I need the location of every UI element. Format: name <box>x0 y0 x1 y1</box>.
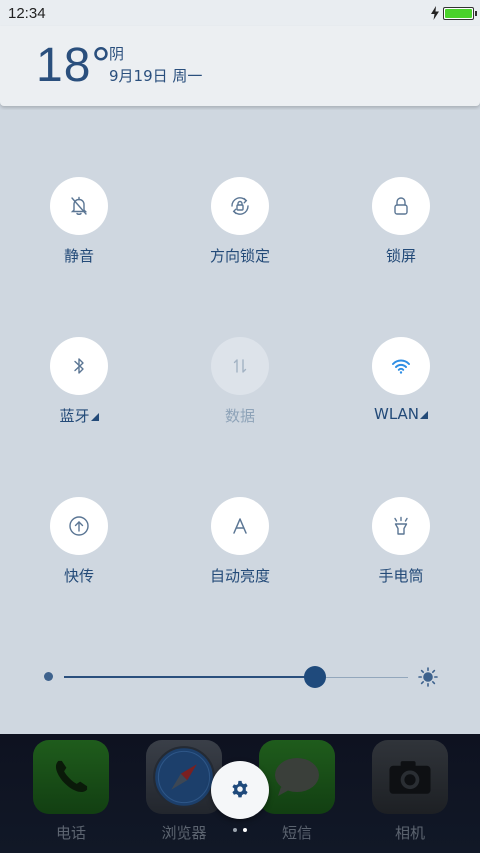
toggle-lock-screen[interactable]: 锁屏 <box>341 177 461 287</box>
brightness-slider-fill <box>64 676 316 678</box>
toggle-label: 方向锁定 <box>209 247 270 265</box>
message-icon <box>275 758 319 796</box>
flashlight-icon <box>394 516 408 535</box>
toggle-flashlight[interactable]: 手电筒 <box>341 497 461 607</box>
expand-triangle-icon[interactable] <box>90 413 99 421</box>
toggle-label: 数据 <box>224 407 255 425</box>
dock-app-messages[interactable]: 短信 <box>259 740 335 850</box>
toggle-label: 锁屏 <box>385 247 416 265</box>
battery-icon <box>443 7 477 20</box>
dock-app-label: 短信 <box>281 824 312 842</box>
toggle-rotation-lock-button[interactable] <box>211 177 269 235</box>
dock-app-camera[interactable]: 相机 <box>372 740 448 850</box>
brightness-slider-thumb[interactable] <box>304 666 327 688</box>
page-indicator-dot-active <box>243 828 247 832</box>
toggle-bluetooth-button[interactable] <box>50 337 108 395</box>
toggle-auto-brightness-button[interactable] <box>211 497 269 555</box>
lock-icon <box>394 197 408 215</box>
bluetooth-icon <box>74 358 84 374</box>
dock-app-icon[interactable] <box>33 740 109 814</box>
dock-app-icon[interactable] <box>372 740 448 814</box>
auto-brightness-icon <box>233 518 247 534</box>
weather-card[interactable]: 18° 阴 9月19日 周一 <box>0 26 480 106</box>
quick-transfer-icon <box>69 516 89 536</box>
toggle-quick-transfer[interactable]: 快传 <box>19 497 139 607</box>
dock-app-phone[interactable]: 电话 <box>33 740 109 850</box>
dock-app-label: 相机 <box>394 824 425 842</box>
toggle-silent[interactable]: 静音 <box>19 177 139 287</box>
toggle-label: 快传 <box>63 567 94 585</box>
toggle-flashlight-button[interactable] <box>372 497 430 555</box>
battery-level <box>445 9 472 18</box>
toggle-label: WLAN <box>341 405 461 423</box>
charging-icon <box>431 6 439 20</box>
toggle-silent-button[interactable] <box>50 177 108 235</box>
brightness-low-icon <box>44 672 53 681</box>
dock-app-icon[interactable] <box>146 740 222 814</box>
toggle-label-text: 蓝牙 <box>59 407 90 425</box>
weather-temperature: 18° <box>36 39 112 92</box>
wifi-icon <box>392 359 410 374</box>
toggle-label: 蓝牙 <box>19 405 139 426</box>
weather-condition: 阴 <box>109 45 125 63</box>
rotation-lock-icon <box>231 197 249 215</box>
mobile-data-icon <box>233 359 247 373</box>
toggle-mobile-data-button[interactable] <box>211 337 269 395</box>
weather-date: 9月19日 周一 <box>109 67 203 85</box>
toggle-label: 自动亮度 <box>209 567 270 585</box>
toggle-mobile-data[interactable]: 数据 <box>180 337 300 447</box>
settings-button[interactable] <box>211 761 269 819</box>
bell-off-icon <box>70 196 88 215</box>
camera-icon <box>389 761 431 794</box>
toggle-label: 手电筒 <box>378 567 424 585</box>
status-bar: 12:34 <box>0 0 480 26</box>
compass-icon <box>153 746 215 808</box>
dock-app-label: 电话 <box>55 824 86 842</box>
toggle-label: 静音 <box>63 247 94 265</box>
brightness-high-icon <box>418 667 438 687</box>
dock-app-label: 浏览器 <box>161 824 207 842</box>
toggle-bluetooth[interactable]: 蓝牙 <box>19 337 139 447</box>
phone-icon <box>55 760 88 793</box>
toggle-lock-screen-button[interactable] <box>372 177 430 235</box>
status-time: 12:34 <box>8 5 46 22</box>
page-indicator-dot <box>233 828 237 832</box>
gear-icon <box>232 780 248 798</box>
toggle-auto-brightness[interactable]: 自动亮度 <box>180 497 300 607</box>
toggle-quick-transfer-button[interactable] <box>50 497 108 555</box>
toggle-rotation-lock[interactable]: 方向锁定 <box>180 177 300 287</box>
toggle-label-text: WLAN <box>373 405 419 423</box>
toggle-wlan[interactable]: WLAN <box>341 337 461 447</box>
expand-triangle-icon[interactable] <box>420 411 428 419</box>
dock-app-icon[interactable] <box>259 740 335 814</box>
toggle-wlan-button[interactable] <box>372 337 430 395</box>
